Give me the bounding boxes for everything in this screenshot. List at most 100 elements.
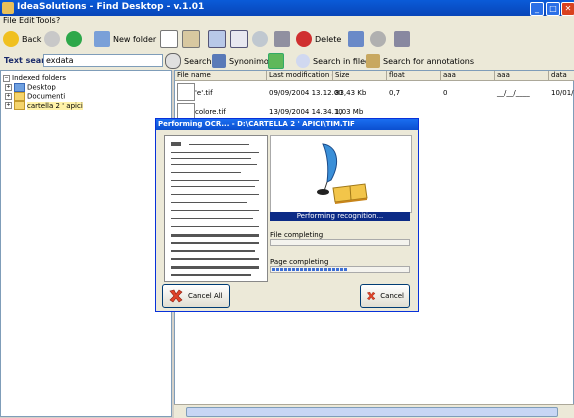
back-arrow-icon bbox=[3, 31, 19, 47]
column-header-file-name[interactable]: File name bbox=[175, 71, 267, 81]
minimize-button[interactable]: _ bbox=[530, 2, 544, 16]
print-button[interactable] bbox=[394, 30, 410, 48]
title-bar: IdeaSolutions - Find Desktop - v.1.01 _ … bbox=[0, 0, 574, 16]
tools-icon bbox=[274, 31, 290, 47]
toolbar: Back New folder Delete bbox=[0, 27, 574, 53]
toggle-check-button[interactable] bbox=[268, 53, 284, 69]
delete-label: Delete bbox=[315, 34, 342, 44]
dialog-title: Performing OCR... - D:\CARTELLA 2 ' APIC… bbox=[156, 119, 418, 130]
close-button[interactable]: ✕ bbox=[561, 2, 574, 16]
checkmark-icon bbox=[66, 31, 82, 47]
check-button[interactable] bbox=[66, 30, 82, 48]
copy-icon bbox=[160, 30, 178, 48]
details-view-icon bbox=[230, 30, 248, 48]
search-fields-button[interactable]: Search in fileds bbox=[296, 53, 374, 69]
book-icon bbox=[212, 54, 226, 68]
view-list-button[interactable] bbox=[208, 30, 226, 48]
settings-button[interactable] bbox=[370, 30, 386, 48]
modified-cell: 13/09/2004 14.34.10 bbox=[269, 108, 343, 116]
tree-item-label: Desktop bbox=[27, 83, 56, 92]
column-header-last-modified[interactable]: Last modification d... bbox=[267, 71, 333, 81]
cancel-button[interactable]: Cancel bbox=[360, 284, 410, 308]
magnifier-icon bbox=[252, 31, 268, 47]
tree-item-documenti[interactable]: + Documenti bbox=[5, 92, 65, 101]
page-progress-fill bbox=[272, 268, 347, 271]
back-button[interactable]: Back bbox=[3, 30, 41, 48]
menu-bar: File Edit Tools ? bbox=[0, 16, 574, 27]
ocr-progress-dialog: Performing OCR... - D:\CARTELLA 2 ' APIC… bbox=[155, 118, 419, 312]
folder-icon bbox=[14, 92, 25, 101]
page-progress-label: Page completing bbox=[270, 258, 329, 266]
file-progress-label: File completing bbox=[270, 231, 324, 239]
app-icon bbox=[2, 2, 14, 14]
tree-root[interactable]: − Indexed folders bbox=[3, 74, 66, 82]
column-header-float[interactable]: float bbox=[387, 71, 441, 81]
maximize-button[interactable]: □ bbox=[546, 2, 560, 16]
folder-tree: − Indexed folders + Desktop + Documenti + ca… bbox=[0, 70, 172, 417]
forward-button[interactable] bbox=[44, 30, 60, 48]
page-progress-bar bbox=[270, 266, 410, 273]
horizontal-scrollbar[interactable] bbox=[174, 404, 574, 418]
find-button[interactable] bbox=[252, 30, 268, 48]
search-icon bbox=[165, 53, 181, 69]
view-details-button[interactable] bbox=[230, 30, 248, 48]
delete-button[interactable]: Delete bbox=[296, 30, 341, 48]
expand-icon: + bbox=[5, 84, 12, 91]
cancel-all-button[interactable]: Cancel All bbox=[162, 284, 230, 308]
expand-icon: + bbox=[5, 102, 12, 109]
column-header-aaa-2[interactable]: aaa bbox=[495, 71, 549, 81]
column-header-size[interactable]: Size bbox=[333, 71, 387, 81]
quill-book-icon bbox=[317, 143, 368, 204]
aaa-cell: 0 bbox=[443, 89, 448, 97]
new-folder-button[interactable]: New folder bbox=[94, 30, 156, 48]
menu-tools[interactable]: Tools bbox=[36, 16, 56, 25]
search-button[interactable]: Search bbox=[165, 53, 211, 69]
data-cell: 10/01/20 bbox=[551, 89, 574, 97]
tree-item-label: Documenti bbox=[27, 92, 66, 101]
cancel-x-icon bbox=[366, 291, 376, 301]
cancel-x-icon bbox=[169, 289, 183, 303]
column-header-aaa[interactable]: aaa bbox=[441, 71, 495, 81]
size-cell: 1,03 Mb bbox=[335, 108, 364, 116]
column-header-data[interactable]: data bbox=[549, 71, 574, 81]
scroll-thumb[interactable] bbox=[186, 407, 558, 417]
aaa-date-cell: __/__/____ bbox=[497, 89, 530, 97]
search-fields-icon bbox=[296, 54, 310, 68]
new-folder-icon bbox=[94, 31, 110, 47]
menu-help[interactable]: ? bbox=[56, 16, 60, 25]
search-input[interactable] bbox=[43, 54, 163, 67]
back-label: Back bbox=[22, 34, 42, 44]
desktop-icon bbox=[14, 83, 25, 92]
cancel-all-label: Cancel All bbox=[188, 292, 223, 300]
image-file-icon bbox=[177, 83, 195, 101]
size-cell: 83,43 Kb bbox=[335, 89, 367, 97]
annotation-icon bbox=[366, 54, 380, 68]
new-folder-label: New folder bbox=[113, 34, 157, 44]
pointer-icon bbox=[348, 31, 364, 47]
paste-button[interactable] bbox=[182, 30, 200, 48]
pointer-button[interactable] bbox=[348, 30, 364, 48]
tools-button[interactable] bbox=[274, 30, 290, 48]
page-preview bbox=[164, 135, 268, 282]
delete-icon bbox=[296, 31, 312, 47]
tree-item-label: cartella 2 ' apici bbox=[27, 101, 83, 110]
search-annotations-label: Search for annotations bbox=[383, 56, 475, 66]
tree-item-desktop[interactable]: + Desktop bbox=[5, 83, 56, 92]
paste-icon bbox=[182, 30, 200, 48]
menu-edit[interactable]: Edit bbox=[19, 16, 35, 25]
search-bar: Text search Search Synonimous Search in … bbox=[0, 52, 574, 70]
quill-book-illustration bbox=[270, 135, 412, 213]
forward-arrow-icon bbox=[44, 31, 60, 47]
cancel-label: Cancel bbox=[380, 292, 404, 300]
tree-root-label: Indexed folders bbox=[12, 74, 66, 82]
menu-file[interactable]: File bbox=[3, 16, 16, 25]
recognition-status: Performing recognition... bbox=[270, 212, 410, 221]
gear-icon bbox=[370, 31, 386, 47]
tree-item-cartella[interactable]: + cartella 2 ' apici bbox=[5, 101, 83, 110]
search-annotations-button[interactable]: Search for annotations bbox=[366, 53, 474, 69]
collapse-icon: − bbox=[3, 74, 10, 82]
folder-icon bbox=[14, 101, 25, 110]
list-view-icon bbox=[208, 30, 226, 48]
copy-button[interactable] bbox=[160, 30, 178, 48]
file-name-cell: colore.tif bbox=[195, 108, 226, 116]
